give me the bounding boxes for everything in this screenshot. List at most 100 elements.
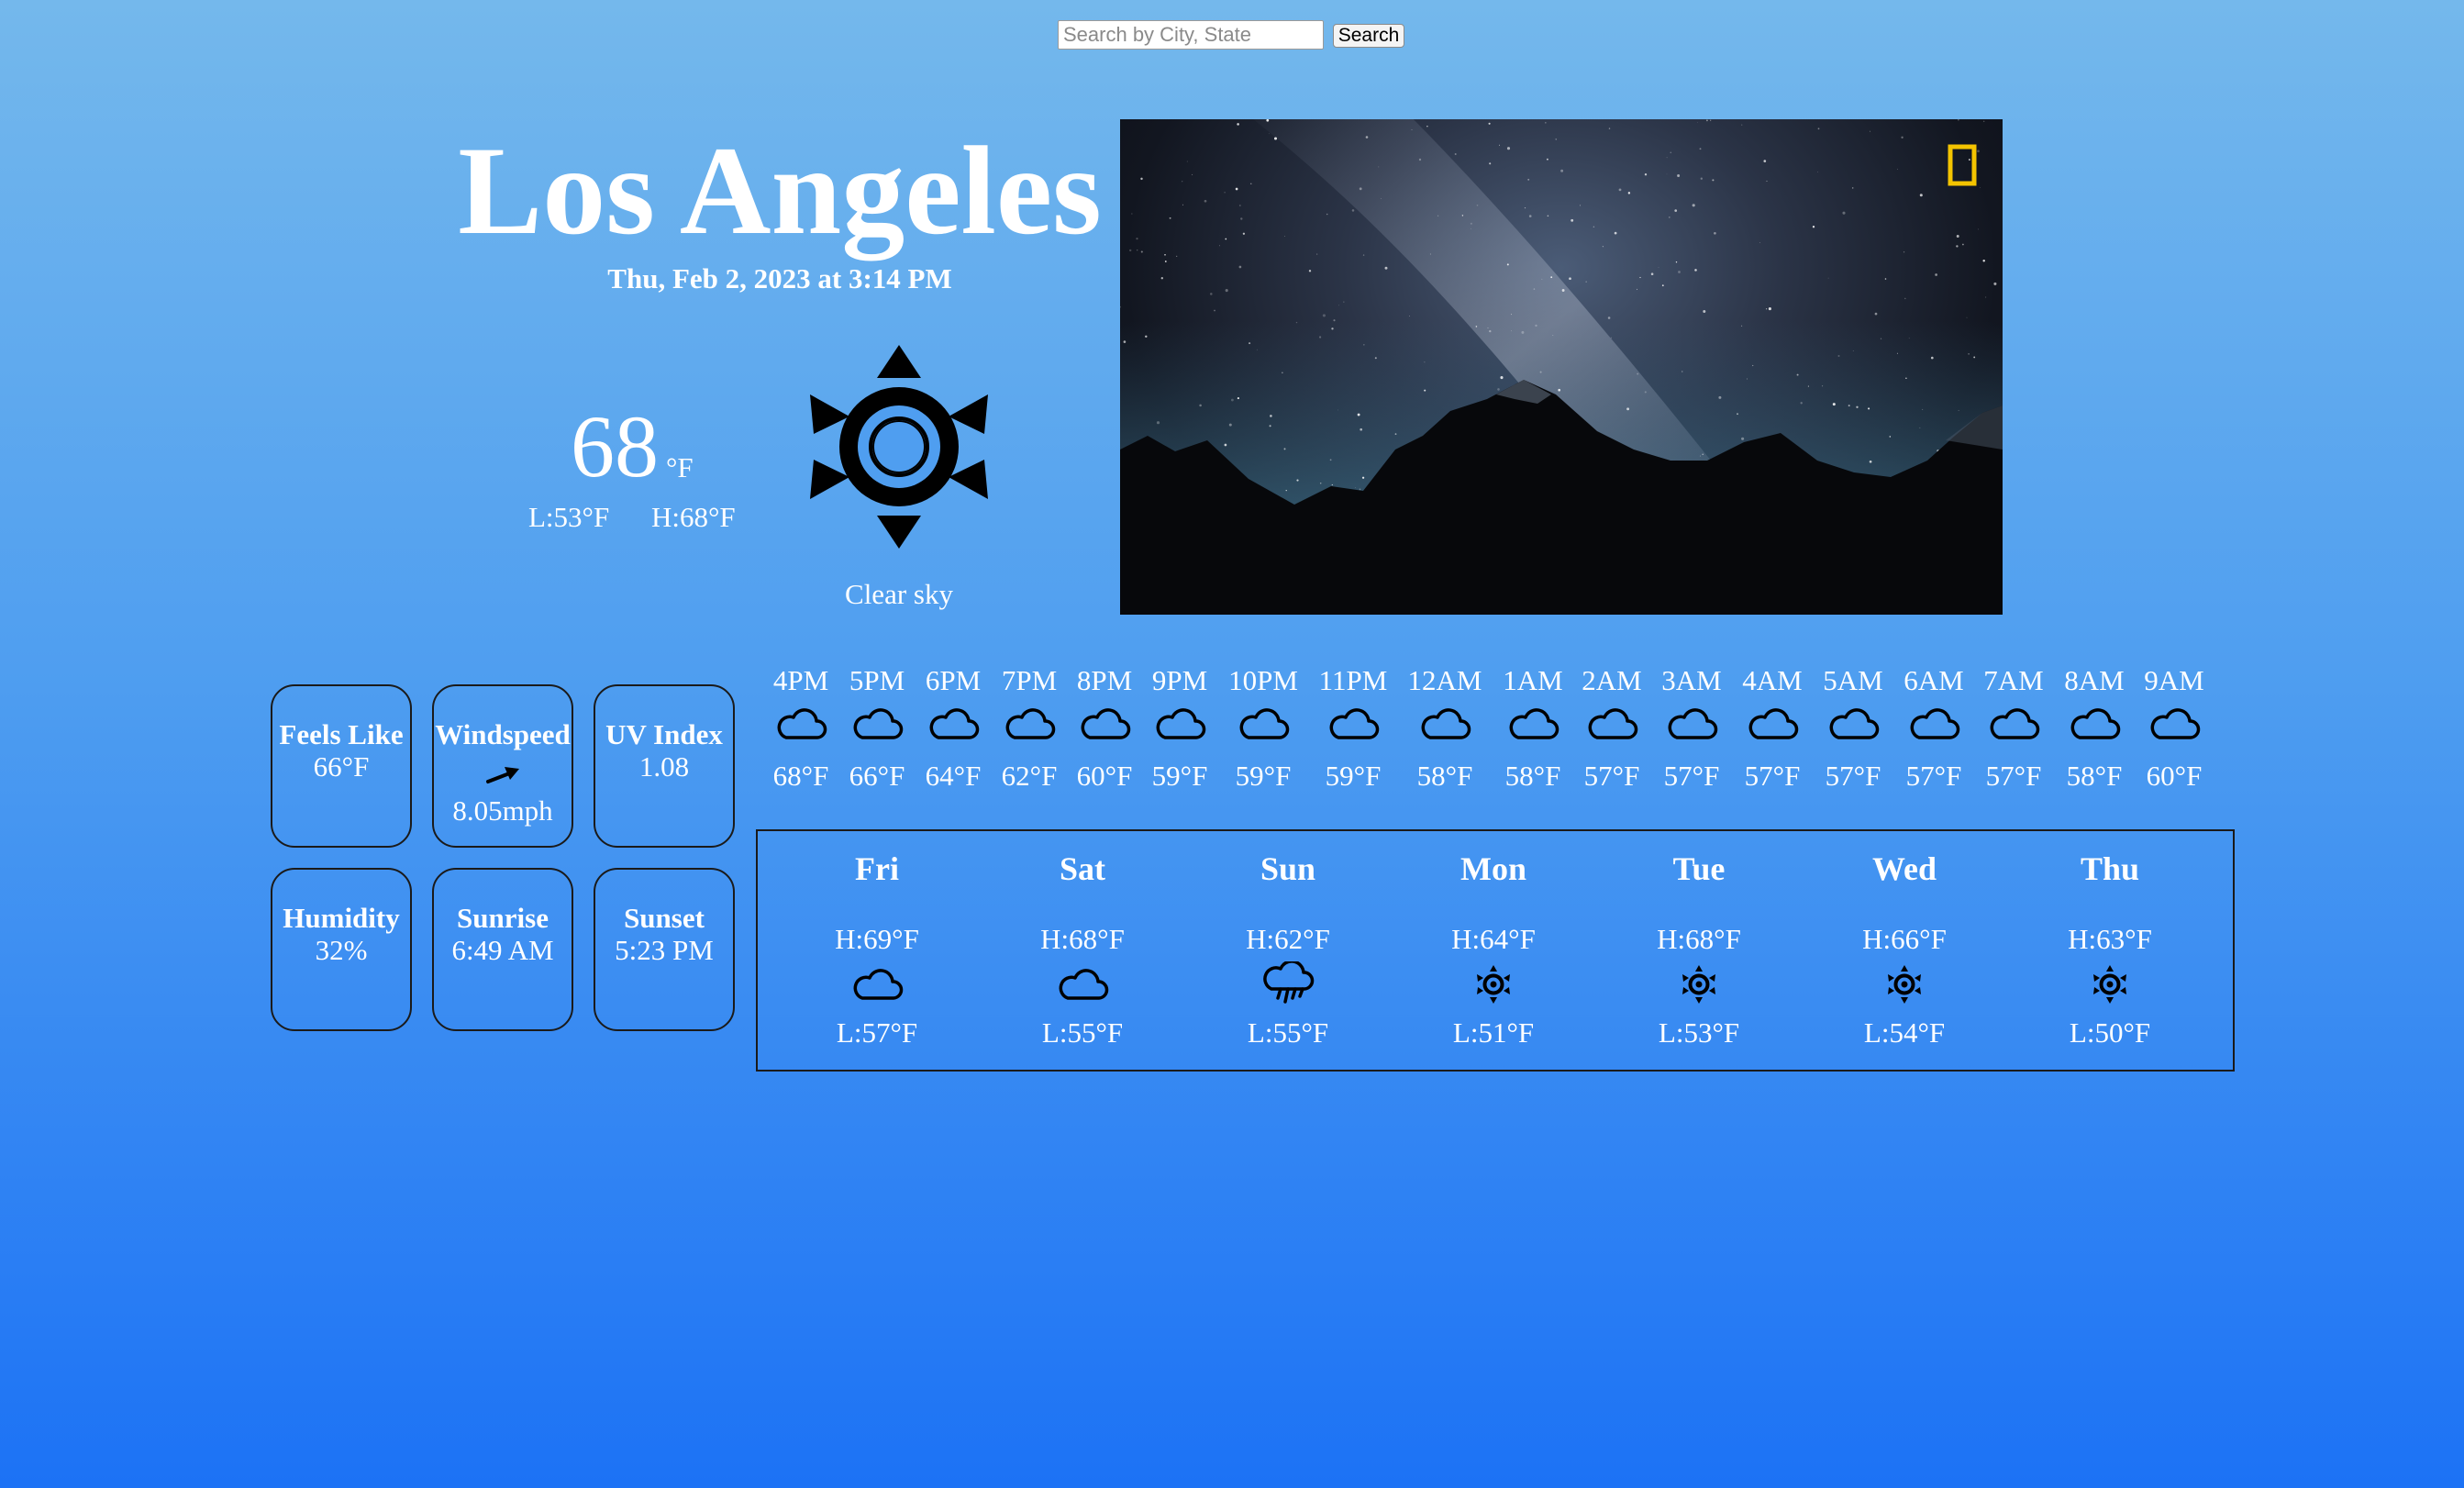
cloud-icon <box>1005 708 1056 739</box>
hour-label: 4AM <box>1742 664 1803 696</box>
hour-temp: 57°F <box>1663 760 1720 792</box>
day-high: H:69°F <box>835 923 919 955</box>
sun-icon <box>810 345 988 549</box>
day-name: Wed <box>1871 850 1937 887</box>
cloud-icon <box>2070 708 2121 739</box>
current-high: H:68°F <box>651 501 736 533</box>
day-high: H:63°F <box>2068 923 2152 955</box>
hour-label: 3AM <box>1661 664 1722 696</box>
cloud-icon <box>777 708 827 739</box>
cloud-icon <box>1668 708 1718 739</box>
hour-temp: 57°F <box>1985 760 2042 792</box>
day-low: L:50°F <box>2069 1016 2151 1049</box>
day-high: H:66°F <box>1862 923 1947 955</box>
hour-temp: 60°F <box>2146 760 2203 792</box>
hour-temp: 57°F <box>1825 760 1881 792</box>
starry-night-mountains-photo <box>1120 119 2003 615</box>
cloud-icon <box>1990 708 2040 739</box>
day-low: L:57°F <box>836 1016 918 1049</box>
hour-label: 11PM <box>1318 664 1388 696</box>
hour-label: 10PM <box>1228 664 1298 696</box>
card-title: UV Index <box>605 718 723 750</box>
cloud-icon <box>853 969 904 1000</box>
hour-label: 1AM <box>1503 664 1563 696</box>
day-name: Sat <box>1059 850 1105 887</box>
card-value: 6:49 AM <box>451 934 554 966</box>
sun-icon <box>2093 965 2126 1004</box>
sunset-card: Sunset 5:23 PM <box>594 868 735 1031</box>
cloud-icon <box>1329 708 1380 739</box>
hour-temp: 57°F <box>1905 760 1962 792</box>
current-low: L:53°F <box>528 501 610 533</box>
hour-temp: 58°F <box>2066 760 2123 792</box>
day-high: H:64°F <box>1451 923 1536 955</box>
cloud-icon <box>1059 969 1109 1000</box>
cloud-icon <box>1910 708 1960 739</box>
card-value: 8.05mph <box>452 794 553 827</box>
cloud-icon <box>929 708 980 739</box>
cloud-icon <box>1081 708 1131 739</box>
cloud-icon <box>1588 708 1638 739</box>
sun-icon <box>1888 965 1921 1004</box>
hour-label: 5AM <box>1823 664 1883 696</box>
hour-temp: 59°F <box>1235 760 1292 792</box>
day-high: H:62°F <box>1246 923 1330 955</box>
hour-label: 8AM <box>2064 664 2125 696</box>
hour-label: 7AM <box>1983 664 2044 696</box>
day-high: H:68°F <box>1657 923 1741 955</box>
hour-temp: 58°F <box>1416 760 1473 792</box>
day-name: Sun <box>1260 850 1316 887</box>
local-datetime: Thu, Feb 2, 2023 at 3:14 PM <box>607 262 952 294</box>
card-title: Sunset <box>624 902 705 934</box>
weather-description: Clear sky <box>845 578 953 610</box>
hour-label: 12AM <box>1407 664 1482 696</box>
card-title: Sunrise <box>457 902 549 934</box>
rain-cloud-icon <box>1263 961 1315 1004</box>
card-value: 5:23 PM <box>615 934 714 966</box>
cloud-icon <box>1829 708 1880 739</box>
card-title: Feels Like <box>279 718 404 750</box>
card-value: 1.08 <box>638 750 690 783</box>
sunrise-card: Sunrise 6:49 AM <box>432 868 573 1031</box>
hour-label: 2AM <box>1582 664 1642 696</box>
day-low: L:55°F <box>1041 1016 1124 1049</box>
day-name: Mon <box>1460 850 1526 887</box>
photo-badge-icon <box>1948 144 1977 186</box>
uv-index-card: UV Index 1.08 <box>594 684 735 848</box>
hour-temp: 58°F <box>1504 760 1561 792</box>
cloud-icon <box>1748 708 1799 739</box>
hour-label: 9AM <box>2144 664 2204 696</box>
cloud-icon <box>853 708 904 739</box>
card-title: Humidity <box>283 902 400 934</box>
search-input[interactable] <box>1058 20 1324 50</box>
day-name: Tue <box>1672 850 1726 887</box>
day-name: Thu <box>2080 850 2140 887</box>
hour-temp: 59°F <box>1151 760 1208 792</box>
cloud-icon <box>1156 708 1206 739</box>
sun-icon <box>1477 965 1510 1004</box>
card-value: 66°F <box>313 750 370 783</box>
day-low: L:55°F <box>1247 1016 1329 1049</box>
city-title: Los Angeles <box>458 120 1102 261</box>
cloud-icon <box>2150 708 2201 739</box>
cloud-icon <box>1509 708 1559 739</box>
day-low: L:53°F <box>1658 1016 1740 1049</box>
photo-scene <box>1120 119 2003 615</box>
cloud-icon <box>1239 708 1290 739</box>
feels-like-card: Feels Like 66°F <box>271 684 412 848</box>
day-high: H:68°F <box>1040 923 1125 955</box>
hour-temp: 57°F <box>1583 760 1640 792</box>
wind-direction-arrow-icon <box>486 767 519 783</box>
hour-label: 6AM <box>1903 664 1964 696</box>
humidity-card: Humidity 32% <box>271 868 412 1031</box>
windspeed-card: Windspeed 8.05mph <box>432 684 573 848</box>
hour-label: 9PM <box>1151 664 1208 696</box>
card-title: Windspeed <box>435 718 571 750</box>
hour-temp: 59°F <box>1325 760 1382 792</box>
search-button[interactable]: Search <box>1333 24 1404 48</box>
temperature-unit: °F <box>666 451 694 483</box>
hour-temp: 57°F <box>1744 760 1801 792</box>
card-value: 32% <box>315 934 368 966</box>
day-low: L:54°F <box>1863 1016 1946 1049</box>
cloud-icon <box>1421 708 1471 739</box>
